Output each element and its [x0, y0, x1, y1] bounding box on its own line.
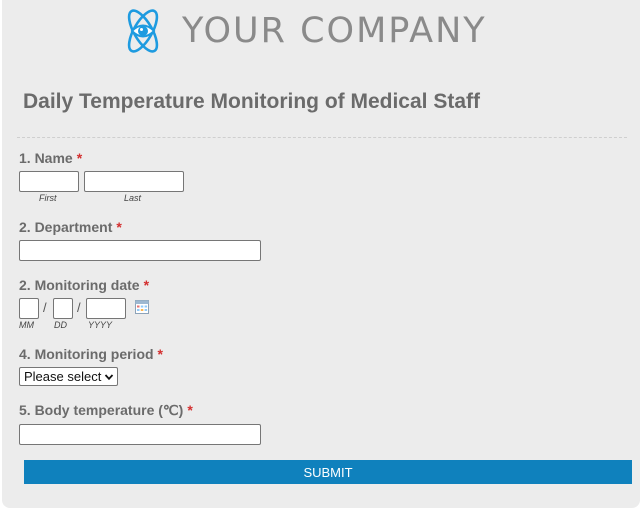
monitoring-period-label-text: 4. Monitoring period	[19, 346, 154, 362]
monitoring-period-question-label: 4. Monitoring period *	[19, 346, 163, 362]
date-separator: /	[77, 300, 81, 315]
form-card: YOUR COMPANY Daily Temperature Monitorin…	[2, 0, 640, 508]
required-marker: *	[187, 402, 193, 418]
department-label-text: 2. Department	[19, 219, 113, 235]
chevron-down-icon	[105, 373, 114, 380]
day-sublabel: DD	[54, 320, 67, 330]
last-sublabel: Last	[124, 193, 142, 203]
date-year-input[interactable]	[86, 298, 126, 319]
department-input[interactable]	[19, 240, 261, 261]
monitoring-date-label-text: 2. Monitoring date	[19, 277, 140, 293]
year-sublabel: YYYY	[88, 320, 113, 330]
monitoring-period-select[interactable]: Please select	[19, 367, 119, 386]
month-sublabel: MM	[19, 320, 34, 330]
required-marker: *	[116, 219, 122, 235]
atom-eye-logo-icon	[127, 9, 159, 53]
date-day-input[interactable]	[53, 298, 73, 319]
date-separator: /	[43, 300, 47, 315]
calendar-icon[interactable]	[135, 300, 149, 314]
first-name-input[interactable]	[19, 171, 79, 192]
last-name-input[interactable]	[84, 171, 184, 192]
name-label-text: 1. Name	[19, 150, 73, 166]
first-sublabel: First	[39, 193, 57, 203]
header: YOUR COMPANY	[122, 6, 487, 56]
department-question-label: 2. Department *	[19, 219, 122, 235]
form-title: Daily Temperature Monitoring of Medical …	[23, 90, 480, 113]
required-marker: *	[157, 346, 163, 362]
body-temperature-question-label: 5. Body temperature (℃) *	[19, 402, 193, 419]
company-name: YOUR COMPANY	[182, 11, 487, 51]
monitoring-period-selected: Please select	[24, 369, 102, 384]
monitoring-date-question-label: 2. Monitoring date *	[19, 277, 149, 293]
title-divider	[17, 137, 627, 138]
body-temperature-input[interactable]	[19, 424, 261, 445]
required-marker: *	[143, 277, 150, 293]
date-month-input[interactable]	[19, 298, 39, 319]
required-marker: *	[76, 150, 83, 166]
submit-button[interactable]: SUBMIT	[24, 460, 632, 484]
body-temperature-label-text: 5. Body temperature (℃)	[19, 402, 184, 418]
name-question-label: 1. Name *	[19, 150, 82, 166]
